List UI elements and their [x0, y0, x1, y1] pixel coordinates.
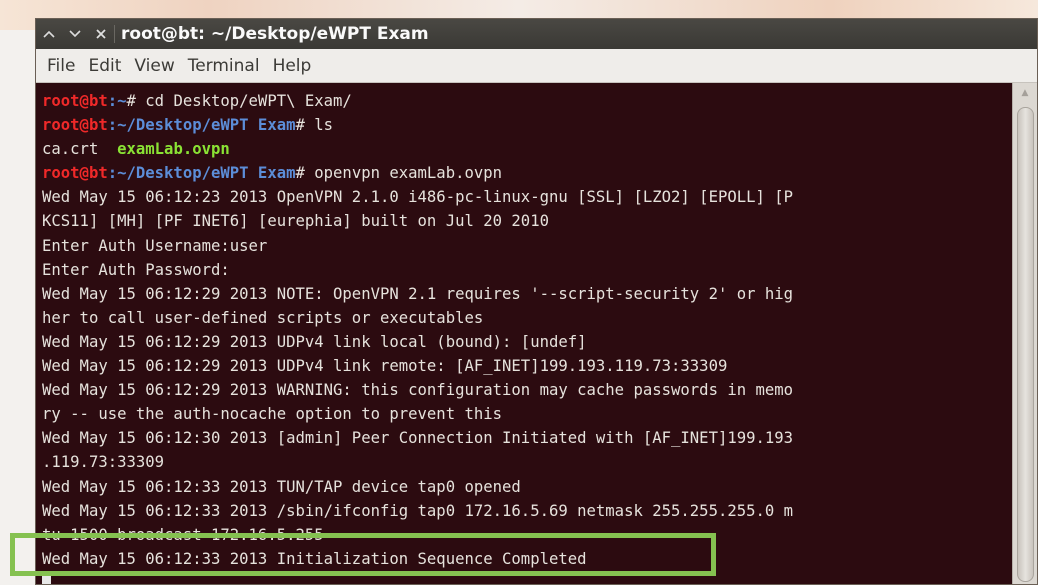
prompt-path: :~: [107, 92, 127, 110]
prompt-user: root@bt: [42, 164, 108, 183]
window-title: root@bt: ~/Desktop/eWPT Exam: [121, 24, 429, 44]
prompt-user: root@bt: [42, 92, 108, 110]
output-text: Wed May 15 06:12:29 2013 WARNING: this c…: [42, 381, 794, 400]
terminal-line: Wed May 15 06:12:23 2013 OpenVPN 2.1.0 i…: [42, 185, 793, 209]
terminal-line: root@bt:~/Desktop/eWPT Exam# ls: [42, 113, 793, 137]
terminal-line: Wed May 15 06:12:29 2013 WARNING: this c…: [42, 378, 793, 402]
output-text: Wed May 15 06:12:29 2013 UDPv4 link remo…: [42, 357, 728, 376]
terminal-line: .119.73:33309: [42, 450, 793, 474]
menu-terminal[interactable]: Terminal: [184, 56, 264, 76]
output-text: .119.73:33309: [42, 453, 165, 472]
output-text: Enter Auth Username:user: [42, 236, 268, 255]
output-text: her to call user-defined scripts or exec…: [42, 308, 484, 327]
terminal-line: Wed May 15 06:12:29 2013 NOTE: OpenVPN 2…: [42, 282, 793, 306]
title-bar[interactable]: root@bt: ~/Desktop/eWPT Exam: [36, 19, 1037, 49]
cursor-line: [42, 571, 793, 584]
chevron-down-icon[interactable]: [62, 19, 88, 49]
terminal-line: her to call user-defined scripts or exec…: [42, 306, 793, 330]
terminal-line: Wed May 15 06:12:33 2013 /sbin/ifconfig …: [42, 499, 793, 523]
output-text: # cd Desktop/eWPT\ Exam/: [126, 92, 352, 110]
output-text: Enter Auth Password:: [42, 260, 230, 279]
output-text: ry -- use the auth-nocache option to pre…: [42, 405, 503, 424]
prompt-path: :~/Desktop/eWPT Exam: [107, 164, 296, 183]
output-text: # openvpn examLab.ovpn: [295, 164, 503, 183]
output-text: Wed May 15 06:12:33 2013 Initialization …: [42, 549, 587, 568]
output-text: Wed May 15 06:12:30 2013 [admin] Peer Co…: [42, 429, 794, 448]
output-text: ca.crt: [42, 140, 118, 159]
prompt-path: :~/Desktop/eWPT Exam: [107, 116, 296, 135]
output-text: Wed May 15 06:12:29 2013 NOTE: OpenVPN 2…: [42, 284, 794, 303]
terminal-line: ry -- use the auth-nocache option to pre…: [42, 402, 793, 426]
terminal-line: ca.crt examLab.ovpn: [42, 137, 793, 161]
terminal-lines: root@bt:~# cd Desktop/eWPT\ Exam/root@bt…: [42, 89, 793, 584]
output-text: Wed May 15 06:12:33 2013 /sbin/ifconfig …: [42, 501, 794, 520]
prompt-user: root@bt: [42, 116, 108, 135]
text-cursor: [42, 571, 51, 584]
menu-bar: File Edit View Terminal Help: [36, 49, 1037, 83]
close-icon[interactable]: [88, 19, 114, 49]
terminal-line: tu 1500 broadcast 172.16.5.255: [42, 523, 793, 547]
output-text: KCS11] [MH] [PF INET6] [eurephia] built …: [42, 212, 549, 231]
terminal-line: Wed May 15 06:12:29 2013 UDPv4 link remo…: [42, 354, 793, 378]
title-separator: [114, 25, 115, 43]
executable-file: examLab.ovpn: [117, 140, 230, 159]
chevron-up-icon[interactable]: [36, 19, 62, 49]
scrollbar-thumb[interactable]: [1017, 107, 1034, 582]
menu-help[interactable]: Help: [269, 56, 316, 76]
output-text: # ls: [295, 116, 334, 135]
output-text: tu 1500 broadcast 172.16.5.255: [42, 525, 324, 544]
output-text: Wed May 15 06:12:23 2013 OpenVPN 2.1.0 i…: [42, 188, 794, 207]
menu-edit[interactable]: Edit: [84, 56, 125, 76]
output-text: Wed May 15 06:12:33 2013 TUN/TAP device …: [42, 477, 521, 496]
menu-file[interactable]: File: [43, 56, 79, 76]
terminal-line: Wed May 15 06:12:33 2013 Initialization …: [42, 547, 793, 571]
vertical-scrollbar[interactable]: ▲: [1012, 83, 1037, 584]
terminal-line: Enter Auth Username:user: [42, 234, 793, 258]
terminal-line: root@bt:~# cd Desktop/eWPT\ Exam/: [42, 89, 793, 113]
terminal-window: root@bt: ~/Desktop/eWPT Exam File Edit V…: [35, 18, 1038, 585]
terminal-output[interactable]: root@bt:~# cd Desktop/eWPT\ Exam/root@bt…: [36, 83, 1013, 584]
terminal-line: Wed May 15 06:12:29 2013 UDPv4 link loca…: [42, 330, 793, 354]
output-text: Wed May 15 06:12:29 2013 UDPv4 link loca…: [42, 332, 587, 351]
menu-view[interactable]: View: [130, 56, 178, 76]
terminal-line: Enter Auth Password:: [42, 258, 793, 282]
terminal-line: Wed May 15 06:12:30 2013 [admin] Peer Co…: [42, 426, 793, 450]
terminal-line: KCS11] [MH] [PF INET6] [eurephia] built …: [42, 209, 793, 233]
terminal-line: root@bt:~/Desktop/eWPT Exam# openvpn exa…: [42, 161, 793, 185]
terminal-line: Wed May 15 06:12:33 2013 TUN/TAP device …: [42, 475, 793, 499]
scroll-up-arrow-icon[interactable]: ▲: [1013, 83, 1037, 103]
